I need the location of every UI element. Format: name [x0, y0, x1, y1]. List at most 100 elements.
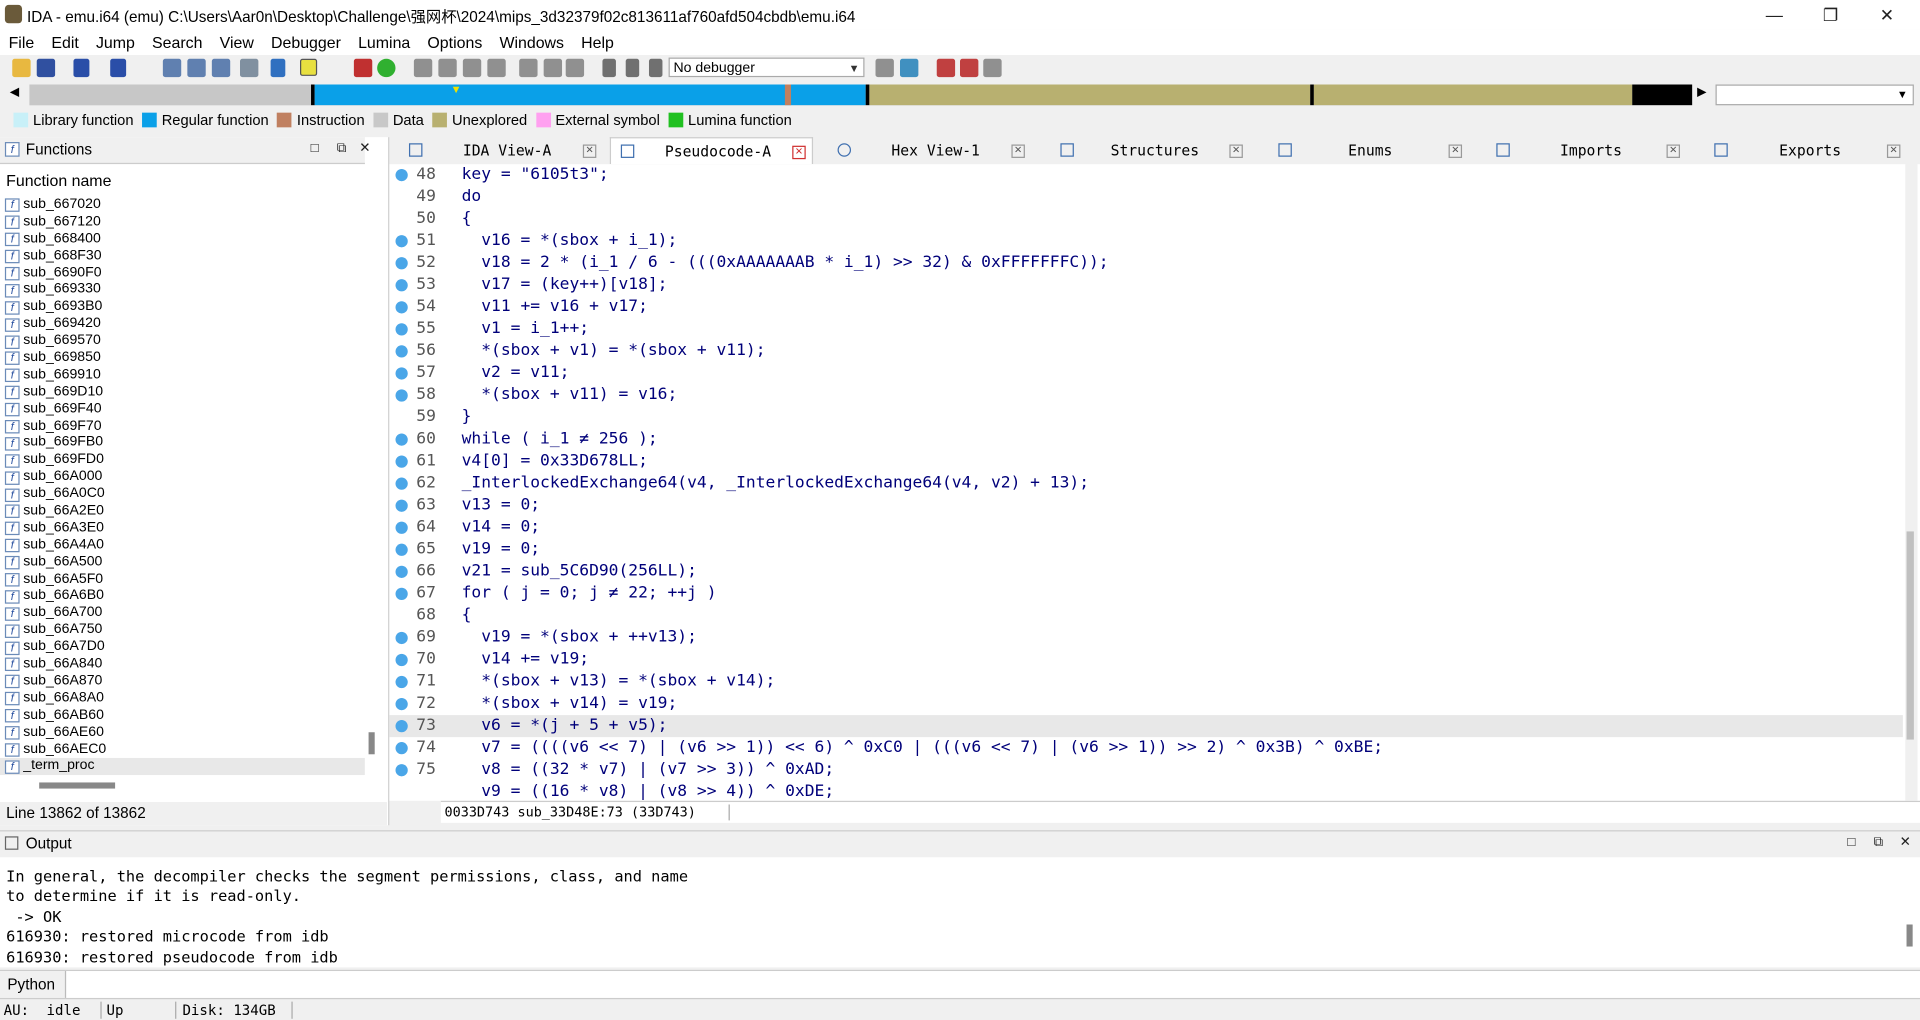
- function-list-item[interactable]: f sub_66AEC0: [0, 741, 365, 758]
- breakpoint-dot-icon[interactable]: [395, 720, 408, 733]
- function-list-item[interactable]: f sub_669910: [0, 367, 365, 384]
- array-icon[interactable]: [487, 58, 506, 78]
- function-list-item[interactable]: f _term_proc: [0, 758, 365, 776]
- menu-file[interactable]: File: [0, 33, 43, 51]
- struct-icon[interactable]: [519, 58, 538, 78]
- code-line[interactable]: 65 v19 = 0;: [389, 539, 1902, 561]
- attach-icon[interactable]: [875, 58, 894, 78]
- search-text-icon[interactable]: [162, 58, 182, 78]
- menu-debugger[interactable]: Debugger: [262, 33, 349, 51]
- search-binary-icon[interactable]: [187, 58, 206, 78]
- add-breakpoint-icon[interactable]: [960, 58, 979, 78]
- function-list-item[interactable]: f sub_66A000: [0, 469, 365, 486]
- color-icon[interactable]: [300, 58, 318, 76]
- function-list-item[interactable]: f sub_66A7D0: [0, 639, 365, 656]
- close-icon[interactable]: ✕: [1011, 144, 1025, 158]
- function-list-item[interactable]: f sub_669570: [0, 333, 365, 350]
- stop-icon[interactable]: [648, 58, 663, 78]
- menu-view[interactable]: View: [211, 33, 262, 51]
- function-list-item[interactable]: f sub_66A700: [0, 605, 365, 622]
- function-list-item[interactable]: f sub_66A840: [0, 656, 365, 673]
- up-arrow-icon[interactable]: [270, 58, 286, 78]
- breakpoint-list-icon[interactable]: [936, 58, 956, 78]
- code-vscroll[interactable]: [1905, 164, 1918, 801]
- breakpoint-dot-icon[interactable]: [395, 345, 408, 358]
- code-line[interactable]: 53 v17 = (key++)[v18];: [389, 274, 1902, 296]
- menu-lumina[interactable]: Lumina: [349, 33, 418, 51]
- string-icon[interactable]: [462, 58, 482, 78]
- code-line[interactable]: 58 *(sbox + v11) = v16;: [389, 384, 1902, 406]
- breakpoint-dot-icon[interactable]: [395, 521, 408, 534]
- function-list-item[interactable]: f sub_669D10: [0, 384, 365, 401]
- code-line[interactable]: 54 v11 += v16 + v17;: [389, 296, 1902, 318]
- function-list-item[interactable]: f sub_66A500: [0, 554, 365, 571]
- breakpoint-dot-icon[interactable]: [395, 323, 408, 336]
- code-line[interactable]: 50 {: [389, 208, 1902, 230]
- breakpoint-dot-icon[interactable]: [395, 301, 408, 314]
- python-interpreter-button[interactable]: Python: [0, 971, 67, 998]
- function-list-item[interactable]: f sub_6693B0: [0, 299, 365, 316]
- function-list-item[interactable]: f sub_669850: [0, 350, 365, 367]
- tab-enums[interactable]: Enums ✕: [1271, 137, 1467, 164]
- breakpoint-dot-icon[interactable]: [395, 235, 408, 248]
- menu-edit[interactable]: Edit: [43, 33, 88, 51]
- back-arrow-icon[interactable]: [73, 58, 90, 78]
- code-line[interactable]: 49 do: [389, 186, 1902, 208]
- function-list-item[interactable]: f sub_66AE60: [0, 724, 365, 741]
- functions-vscroll-thumb[interactable]: [368, 732, 375, 755]
- graph-icon[interactable]: [353, 58, 373, 78]
- tab-exports[interactable]: Exports ✕: [1707, 137, 1908, 164]
- breakpoint-dot-icon[interactable]: [395, 367, 408, 380]
- function-list-item[interactable]: f sub_668400: [0, 231, 365, 248]
- breakpoint-dot-icon[interactable]: [395, 279, 408, 292]
- debugger-select[interactable]: No debugger ▼: [668, 57, 865, 78]
- code-line[interactable]: 60 while ( i_1 ≠ 256 );: [389, 429, 1902, 451]
- save-icon[interactable]: [36, 58, 56, 78]
- function-name-column-header[interactable]: Function name: [0, 171, 365, 193]
- close-pane-icon[interactable]: ✕: [359, 141, 371, 154]
- menu-windows[interactable]: Windows: [491, 33, 573, 51]
- function-list-item[interactable]: f sub_669F40: [0, 401, 365, 418]
- maximize-pane-icon[interactable]: □: [1845, 836, 1857, 849]
- pause-icon[interactable]: [625, 58, 640, 78]
- code-line[interactable]: 74 v7 = ((((v6 << 7) | (v6 >> 1)) << 6) …: [389, 737, 1902, 759]
- breakpoint-dot-icon[interactable]: [395, 257, 408, 270]
- code-line[interactable]: 66 v21 = sub_5C6D90(256LL);: [389, 561, 1902, 583]
- nav-right-icon[interactable]: ▶: [1697, 86, 1706, 99]
- mark-icon[interactable]: [240, 58, 259, 78]
- code-line[interactable]: 52 v18 = 2 * (i_1 / 6 - (((0xAAAAAAAB * …: [389, 252, 1902, 274]
- function-list-item[interactable]: f sub_66A2E0: [0, 503, 365, 520]
- play-icon[interactable]: [602, 58, 616, 78]
- code-line[interactable]: 67 for ( j = 0; j ≠ 22; ++j ): [389, 583, 1902, 605]
- function-list-item[interactable]: f sub_66A8A0: [0, 690, 365, 707]
- function-list-item[interactable]: f sub_66A750: [0, 622, 365, 639]
- function-list-item[interactable]: f sub_66A3E0: [0, 520, 365, 537]
- close-icon[interactable]: ✕: [582, 144, 597, 158]
- nav-left-icon[interactable]: ◀: [10, 86, 19, 99]
- function-list-item[interactable]: f sub_66A870: [0, 673, 365, 690]
- menu-jump[interactable]: Jump: [87, 33, 143, 51]
- data-icon[interactable]: [438, 58, 457, 78]
- breakpoint-dot-icon[interactable]: [395, 389, 408, 402]
- tab-hex-view-1[interactable]: Hex View-1 ✕: [828, 137, 1029, 164]
- code-line[interactable]: 51 v16 = *(sbox + i_1);: [389, 230, 1902, 252]
- close-pane-icon[interactable]: ✕: [1899, 836, 1911, 849]
- function-list-item[interactable]: f sub_66A4A0: [0, 537, 365, 554]
- code-line[interactable]: 62 _InterlockedExchange64(v4, _Interlocke…: [389, 473, 1902, 495]
- breakpoint-dot-icon[interactable]: [395, 433, 408, 446]
- function-list-item[interactable]: f sub_66A6B0: [0, 588, 365, 605]
- tab-ida-view-a[interactable]: IDA View-A ✕: [399, 137, 600, 164]
- function-list-item[interactable]: f sub_669330: [0, 282, 365, 299]
- breakpoint-dot-icon[interactable]: [395, 499, 408, 512]
- close-icon[interactable]: ✕: [1229, 144, 1243, 158]
- breakpoint-dot-icon[interactable]: [395, 675, 408, 689]
- code-line[interactable]: 56 *(sbox + v1) = *(sbox + v11);: [389, 340, 1902, 362]
- close-icon[interactable]: ✕: [792, 145, 806, 160]
- breakpoint-dot-icon[interactable]: [395, 543, 408, 556]
- nav-combo[interactable]: ▼: [1715, 84, 1914, 106]
- code-line[interactable]: 68 {: [389, 605, 1902, 627]
- breakpoint-dot-icon[interactable]: [395, 587, 408, 601]
- functions-hscroll-thumb[interactable]: [39, 782, 116, 789]
- pseudocode-view[interactable]: 48 key = "6105t3"; 49 do 50 {51 v16 = *(sbox …: [389, 164, 1920, 801]
- function-list-item[interactable]: f sub_669F70: [0, 418, 365, 435]
